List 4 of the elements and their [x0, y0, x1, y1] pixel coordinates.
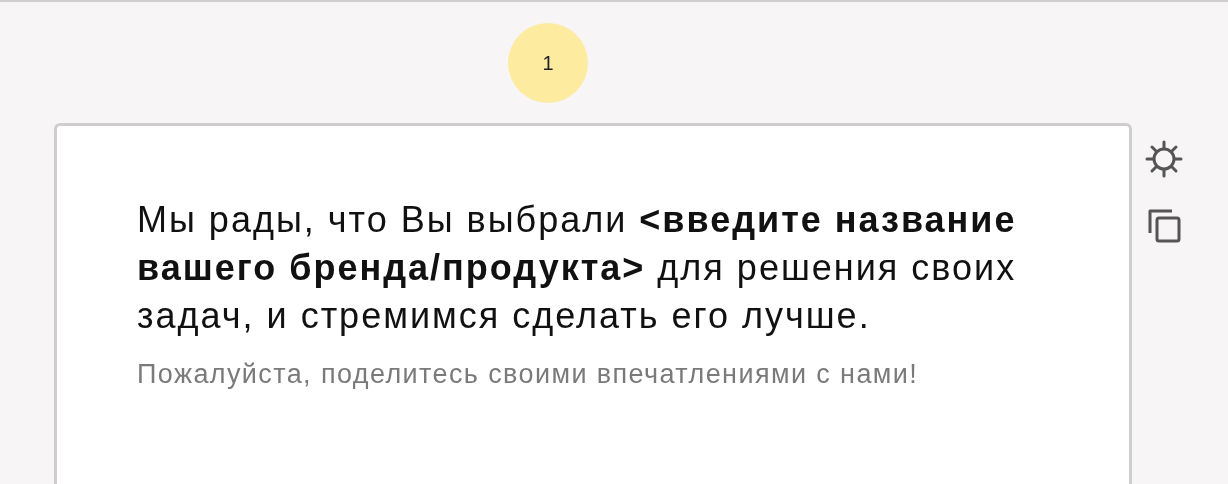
message-text: Мы рады, что Вы выбрали <введите название вашего бренда/продукта> для решения своих задач, и стремимся сделать его лучше.: [137, 198, 1018, 338]
step-badge: 1: [508, 23, 588, 103]
settings-icon[interactable]: [1144, 139, 1184, 179]
prompt-text: Пожалуйста, поделитесь своими впечатлениями с нами!: [137, 358, 920, 391]
